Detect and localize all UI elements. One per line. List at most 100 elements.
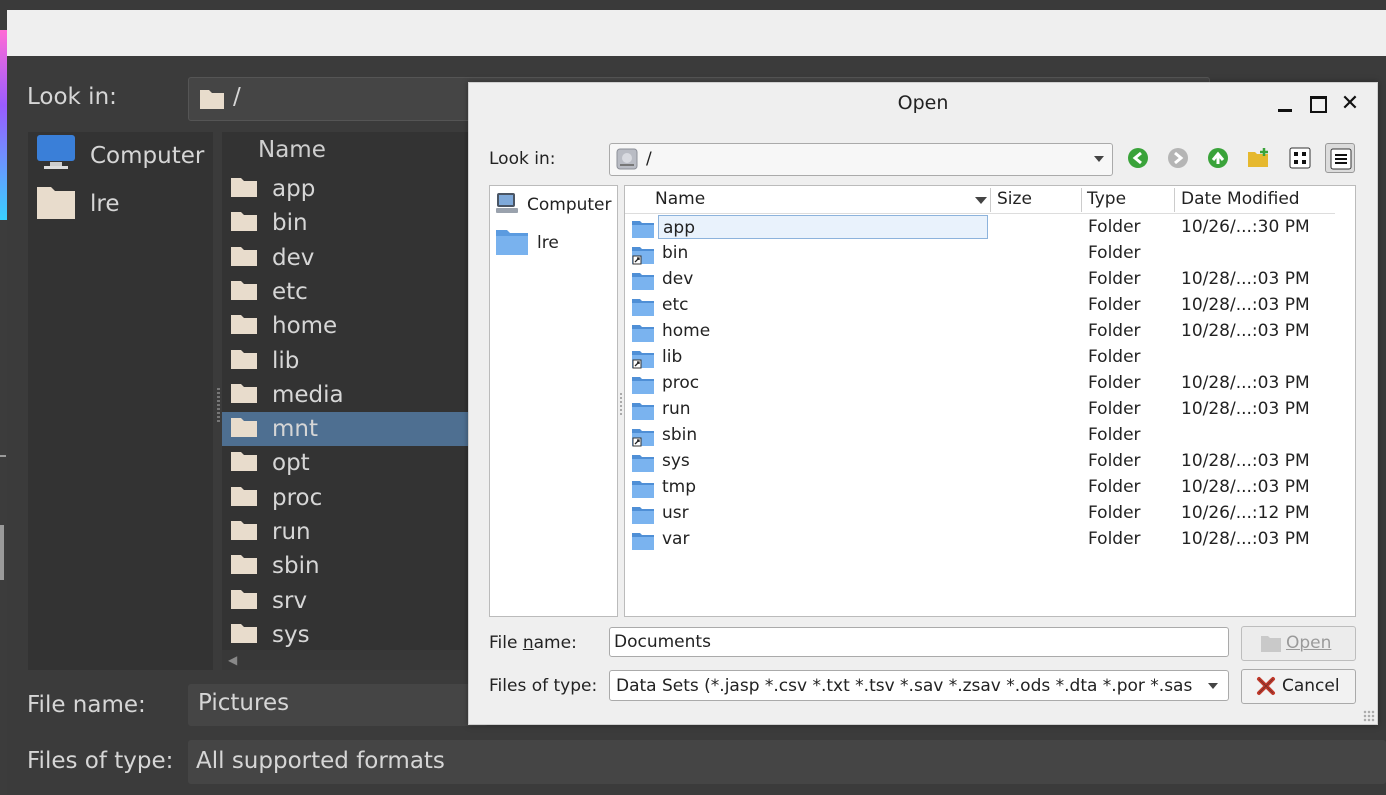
column-divider[interactable] (990, 188, 991, 212)
file-row[interactable]: proc Folder 10/28/...:03 PM (625, 371, 1335, 397)
folder-icon (230, 414, 258, 444)
bg-list-item[interactable]: lib (222, 344, 482, 378)
forward-button[interactable] (1163, 143, 1193, 173)
bg-list-item-label: media (272, 381, 344, 408)
file-row[interactable]: bin Folder (625, 241, 1335, 267)
column-divider[interactable] (1081, 188, 1082, 212)
splitter-handle[interactable] (620, 393, 622, 417)
bg-list-item[interactable]: proc (222, 481, 482, 515)
file-row[interactable]: run Folder 10/28/...:03 PM (625, 397, 1335, 423)
file-name: tmp (662, 477, 697, 497)
bg-sidebar-item-lre[interactable]: lre (36, 184, 120, 224)
cancel-button[interactable]: Cancel (1241, 669, 1356, 704)
bg-look-in-path: / (233, 84, 241, 110)
folder-icon (230, 483, 258, 513)
file-row[interactable]: var Folder 10/28/...:03 PM (625, 527, 1335, 553)
hard-drive-icon (616, 148, 638, 170)
file-name: bin (662, 243, 689, 263)
column-header-size[interactable]: Size (997, 189, 1032, 209)
bg-look-in-label: Look in: (27, 84, 117, 110)
file-name: run (662, 399, 691, 419)
scroll-left-icon[interactable]: ◀ (228, 653, 237, 667)
bg-file-name-field[interactable]: Pictures (188, 684, 488, 726)
edge-fragment (0, 455, 6, 457)
computer-icon (495, 191, 519, 220)
open-button[interactable]: Open (1241, 626, 1356, 661)
new-folder-button[interactable] (1243, 143, 1273, 173)
sidebar-item-lre[interactable]: lre (495, 227, 559, 259)
folder-icon (230, 208, 258, 238)
file-row[interactable]: home Folder 10/28/...:03 PM (625, 319, 1335, 345)
bg-files-of-type-combo[interactable]: All supported formats (188, 740, 1386, 784)
bg-list-item-label: bin (272, 210, 308, 237)
bg-list-item[interactable]: srv (222, 584, 482, 618)
file-name: lib (662, 347, 683, 367)
column-header-type[interactable]: Type (1087, 189, 1126, 209)
files-of-type-value: Data Sets (*.jasp *.csv *.txt *.tsv *.sa… (616, 676, 1193, 696)
close-icon: ✕ (1340, 91, 1360, 116)
file-row[interactable]: sbin Folder (625, 423, 1335, 449)
file-row[interactable]: app Folder 10/26/...:30 PM (625, 215, 1335, 241)
file-row[interactable]: tmp Folder 10/28/...:03 PM (625, 475, 1335, 501)
bg-list-item-label: etc (272, 278, 308, 305)
file-date-modified: 10/26/...:12 PM (1181, 503, 1310, 523)
folder-icon (230, 380, 258, 410)
file-name-field[interactable]: Documents (609, 627, 1229, 657)
detail-view-icon (1330, 148, 1352, 170)
chevron-down-icon (1094, 156, 1104, 162)
look-in-combo[interactable]: / (609, 143, 1113, 176)
file-name: proc (662, 373, 700, 393)
bg-sidebar-item-computer[interactable]: Computer (36, 133, 204, 179)
column-header-date-modified[interactable]: Date Modified (1181, 189, 1300, 209)
bg-list-item-label: sys (272, 621, 310, 648)
file-row[interactable]: sys Folder 10/28/...:03 PM (625, 449, 1335, 475)
bg-horizontal-scrollbar[interactable]: ◀ (222, 650, 482, 670)
files-of-type-combo[interactable]: Data Sets (*.jasp *.csv *.txt *.tsv *.sa… (609, 670, 1229, 701)
close-button[interactable]: ✕ (1339, 93, 1361, 115)
up-button[interactable] (1203, 143, 1233, 173)
bg-list-item[interactable]: dev (222, 241, 482, 275)
bg-list-item[interactable]: opt (222, 446, 482, 480)
bg-list-item[interactable]: run (222, 515, 482, 549)
open-dialog: Open ✕ Look in: / Computer lre Name Size… (468, 82, 1378, 725)
file-date-modified: 10/28/...:03 PM (1181, 269, 1310, 289)
bg-list-item[interactable]: mnt (222, 412, 482, 447)
folder-open-icon (1260, 633, 1282, 658)
icon-view-button[interactable] (1285, 143, 1315, 173)
bg-list-item-label: dev (272, 244, 315, 271)
detail-view-button[interactable] (1325, 143, 1355, 173)
bg-list-item[interactable]: etc (222, 275, 482, 309)
column-header-name[interactable]: Name (655, 189, 705, 209)
bg-list-item[interactable]: sys (222, 618, 482, 652)
resize-grip[interactable] (1363, 710, 1375, 722)
up-arrow-icon (1208, 148, 1228, 168)
file-row[interactable]: usr Folder 10/26/...:12 PM (625, 501, 1335, 527)
bg-splitter-handle[interactable] (217, 388, 220, 424)
column-divider[interactable] (1174, 188, 1175, 212)
bg-list-item[interactable]: home (222, 309, 482, 343)
bg-list-item[interactable]: sbin (222, 549, 482, 583)
bg-list-item[interactable]: app (222, 172, 482, 206)
file-type: Folder (1088, 477, 1141, 497)
file-name-label-post: ame: (533, 633, 577, 653)
file-row[interactable]: etc Folder 10/28/...:03 PM (625, 293, 1335, 319)
minimize-button[interactable] (1274, 93, 1296, 115)
back-button[interactable] (1123, 143, 1153, 173)
edge-fragment (0, 525, 4, 580)
file-name: var (662, 529, 690, 549)
bg-list-item[interactable]: bin (222, 206, 482, 240)
file-row[interactable]: lib Folder (625, 345, 1335, 371)
file-type: Folder (1088, 269, 1141, 289)
file-name: sys (662, 451, 690, 471)
bg-column-header-name[interactable]: Name (258, 137, 326, 163)
dialog-title: Open (897, 92, 949, 114)
sidebar-item-computer[interactable]: Computer (495, 189, 612, 221)
maximize-button[interactable] (1307, 93, 1329, 115)
monitor-icon (36, 133, 76, 179)
file-row[interactable]: dev Folder 10/28/...:03 PM (625, 267, 1335, 293)
bg-list-item-label: home (272, 313, 338, 340)
cancel-button-label: Cancel (1282, 676, 1340, 696)
file-type: Folder (1088, 425, 1141, 445)
bg-list-item[interactable]: media (222, 378, 482, 412)
background-title-bar[interactable] (7, 10, 1386, 56)
